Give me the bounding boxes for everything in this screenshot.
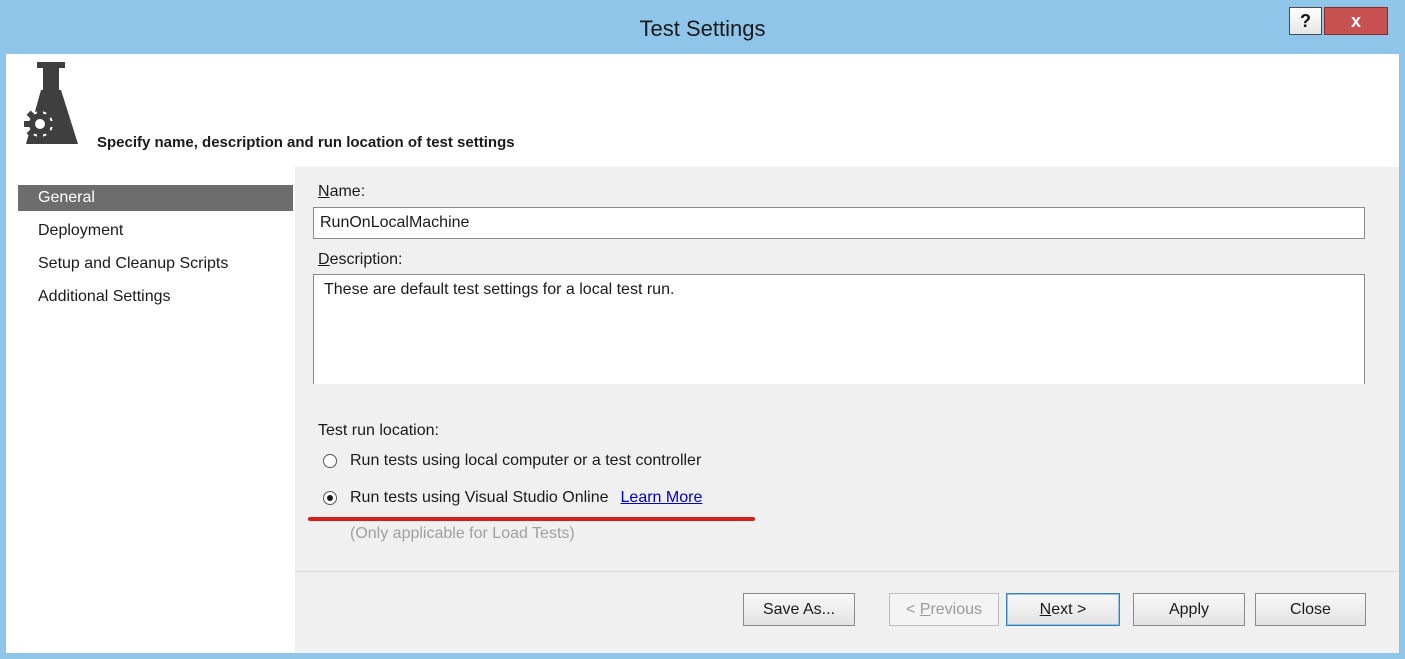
button-area-divider [295,571,1399,572]
close-button[interactable]: Close [1255,593,1366,626]
learn-more-link[interactable]: Learn More [621,489,703,507]
option-local-row: Run tests using local computer or a test… [323,450,701,472]
radio-visual-studio-online[interactable] [323,491,337,505]
apply-button[interactable]: Apply [1133,593,1245,626]
name-label-rest: ame: [329,183,366,200]
header-heading: Specify name, description and run locati… [97,134,515,151]
option-online-row: Run tests using Visual Studio Online Lea… [323,487,702,509]
previous-rest: revious [930,600,983,618]
description-label-rest: escription: [329,251,403,268]
sidebar-item-setup-cleanup-scripts[interactable]: Setup and Cleanup Scripts [18,251,293,277]
name-input[interactable] [313,207,1365,239]
load-tests-note: (Only applicable for Load Tests) [350,525,575,542]
description-label-accel: D [318,251,330,268]
wizard-header: Specify name, description and run locati… [6,54,1399,167]
sidebar-item-deployment[interactable]: Deployment [18,218,293,244]
sidebar-item-additional-settings[interactable]: Additional Settings [18,284,293,310]
window-title: Test Settings [639,16,766,41]
test-settings-dialog: Test Settings ? x Specify name, descript… [0,0,1405,659]
test-run-location-label: Test run location: [318,422,439,439]
help-button[interactable]: ? [1289,7,1322,35]
general-settings-panel: Name: Description: These are default tes… [295,167,1399,653]
option-online-label[interactable]: Run tests using Visual Studio Online [350,489,609,507]
settings-sidebar: General Deployment Setup and Cleanup Scr… [6,167,295,653]
name-label: Name: [318,183,365,201]
description-textarea[interactable]: These are default test settings for a lo… [313,274,1365,384]
radio-local-computer[interactable] [323,454,337,468]
option-local-label[interactable]: Run tests using local computer or a test… [350,452,701,470]
previous-button[interactable]: < Previous [889,593,999,626]
next-accel: N [1039,600,1052,618]
title-bar[interactable]: Test Settings ? x [6,0,1399,54]
previous-accel: P [919,600,931,618]
annotation-underline [308,517,755,521]
close-window-button[interactable]: x [1324,7,1388,35]
previous-prefix: < [905,600,920,618]
description-label: Description: [318,251,402,269]
flask-gear-icon [24,62,78,144]
sidebar-item-general[interactable]: General [18,185,293,211]
name-label-accel: N [318,183,330,200]
next-rest: ext > [1051,600,1087,618]
save-as-button[interactable]: Save As... [743,593,855,626]
next-button[interactable]: Next > [1006,593,1120,626]
